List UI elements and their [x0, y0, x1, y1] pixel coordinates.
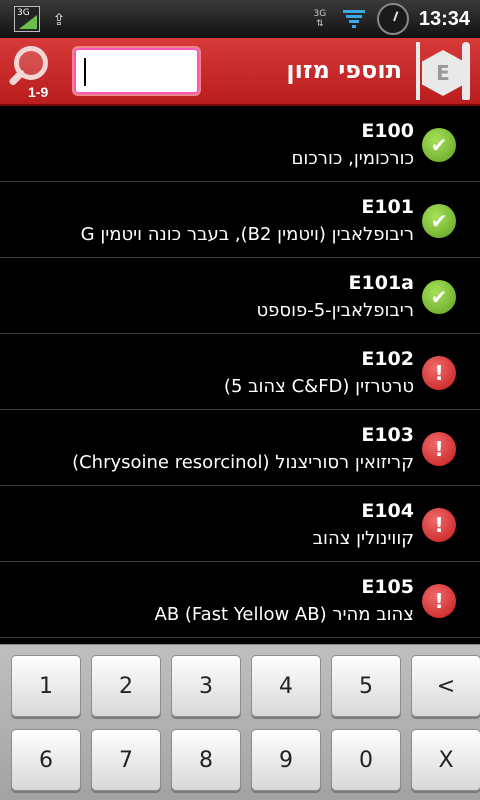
- additive-description: קווינולין צהוב: [312, 528, 414, 549]
- additive-code: E103: [361, 424, 414, 446]
- clear-key[interactable]: X: [411, 729, 480, 791]
- key-5[interactable]: 5: [331, 655, 401, 717]
- key-1[interactable]: 1: [11, 655, 81, 717]
- fork-icon: [416, 42, 420, 100]
- key-3[interactable]: 3: [171, 655, 241, 717]
- additive-description: טרטרזין (C&FD צהוב 5): [223, 376, 414, 397]
- range-label: 1-9: [28, 84, 49, 100]
- additive-code: E100: [361, 120, 414, 142]
- list-item[interactable]: E103 קריזואין רסוריצנול (Chrysoine resor…: [0, 410, 480, 486]
- text-cursor: [84, 58, 86, 86]
- list-item[interactable]: E100 כורכומין, כורכום ✔: [0, 106, 480, 182]
- signal-strength-icon: [342, 10, 365, 28]
- key-2[interactable]: 2: [91, 655, 161, 717]
- spoon-icon: [462, 42, 470, 100]
- page-title: תוספי מזון: [286, 56, 402, 84]
- app-screen: 3G ⇪ 3G ⇅ 13:34 1-9 תוספי מזון E E100 כו…: [0, 0, 480, 800]
- key-8[interactable]: 8: [171, 729, 241, 791]
- list-item[interactable]: E105 צהוב מהיר AB (Fast Yellow AB) !: [0, 562, 480, 638]
- additive-code: E101a: [348, 272, 414, 294]
- additive-description: כורכומין, כורכום: [291, 148, 414, 169]
- check-icon: ✔: [422, 204, 456, 238]
- additive-description: קריזואין רסוריצנול (Chrysoine resorcinol…: [72, 452, 414, 473]
- additives-list[interactable]: E100 כורכומין, כורכום ✔ E101 ריבופלאבין …: [0, 106, 480, 644]
- logo-hexagon: E: [422, 50, 464, 96]
- key-9[interactable]: 9: [251, 729, 321, 791]
- numeric-keypad: 1 2 3 4 5 < 6 7 8 9 0 X: [0, 644, 480, 800]
- key-7[interactable]: 7: [91, 729, 161, 791]
- additive-code: E105: [361, 576, 414, 598]
- list-item[interactable]: E102 טרטרזין (C&FD צהוב 5) !: [0, 334, 480, 410]
- list-item[interactable]: E101 ריבופלאבין (ויטמין B2), בעבר כונה ו…: [0, 182, 480, 258]
- additive-code: E101: [361, 196, 414, 218]
- search-button[interactable]: 1-9: [8, 44, 62, 100]
- check-icon: ✔: [422, 280, 456, 314]
- app-logo[interactable]: E: [410, 42, 474, 102]
- network-badge: 3G: [17, 8, 30, 18]
- warning-icon: !: [422, 508, 456, 542]
- status-bar: 3G ⇪ 3G ⇅ 13:34: [0, 0, 480, 38]
- key-6[interactable]: 6: [11, 729, 81, 791]
- additive-description: ריבופלאבין (ויטמין B2), בעבר כונה ויטמין…: [80, 224, 414, 245]
- check-icon: ✔: [422, 128, 456, 162]
- additive-code: E104: [361, 500, 414, 522]
- list-item[interactable]: E101a ריבופלאבין-5-פוספט ✔: [0, 258, 480, 334]
- warning-icon: !: [422, 432, 456, 466]
- additive-code: E102: [361, 348, 414, 370]
- data-transfer-icon: 3G ⇅: [313, 9, 327, 29]
- clock-widget-icon: [376, 3, 409, 35]
- search-input[interactable]: [72, 46, 201, 96]
- key-0[interactable]: 0: [331, 729, 401, 791]
- additive-description: צהוב מהיר AB (Fast Yellow AB): [154, 604, 415, 625]
- 3g-signal-icon: 3G: [14, 6, 40, 32]
- additive-description: ריבופלאבין-5-פוספט: [256, 300, 414, 321]
- backspace-key[interactable]: <: [411, 655, 480, 717]
- status-time: 13:34: [418, 7, 470, 30]
- key-4[interactable]: 4: [251, 655, 321, 717]
- warning-icon: !: [422, 356, 456, 390]
- app-header: 1-9 תוספי מזון E: [0, 38, 480, 106]
- warning-icon: !: [422, 584, 456, 618]
- usb-icon: ⇪: [52, 9, 66, 29]
- list-item[interactable]: E104 קווינולין צהוב !: [0, 486, 480, 562]
